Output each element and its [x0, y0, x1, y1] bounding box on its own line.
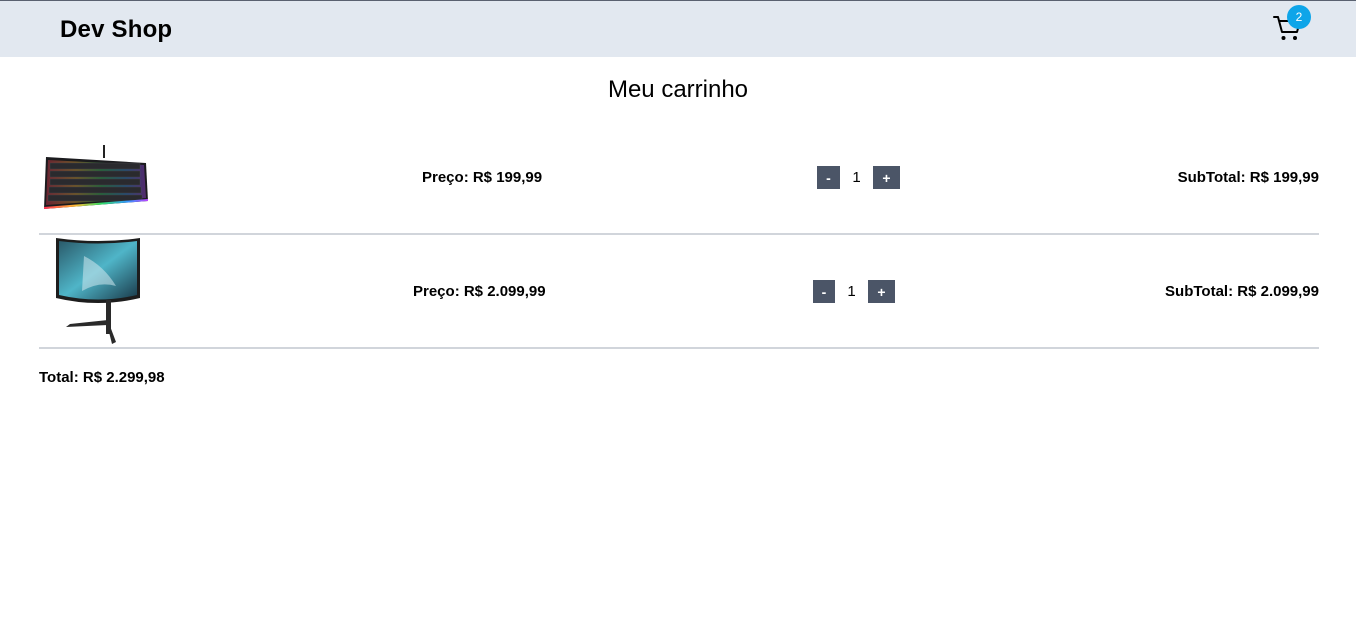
quantity-value: 1	[847, 283, 856, 300]
item-subtotal: SubTotal: R$ 199,99	[1177, 169, 1319, 186]
increase-quantity-button[interactable]: +	[868, 280, 895, 303]
quantity-value: 1	[852, 169, 861, 186]
decrease-quantity-button[interactable]: -	[817, 166, 840, 189]
item-price: Preço: R$ 199,99	[422, 169, 543, 186]
quantity-stepper: - 1 +	[813, 280, 895, 303]
decrease-quantity-button[interactable]: -	[813, 280, 835, 303]
monitor-image	[54, 236, 142, 346]
row-divider	[39, 347, 1319, 349]
page-title: Meu carrinho	[607, 76, 749, 103]
cart-total: Total: R$ 2.299,98	[39, 369, 165, 386]
item-subtotal: SubTotal: R$ 2.099,99	[1165, 283, 1319, 300]
app-header: Dev Shop	[0, 1, 1356, 57]
cart-count-badge: 2	[1287, 5, 1311, 29]
increase-quantity-button[interactable]: +	[873, 166, 900, 189]
quantity-stepper: - 1 +	[817, 166, 900, 189]
row-divider	[39, 233, 1319, 235]
keyboard-image	[40, 143, 150, 213]
item-price: Preço: R$ 2.099,99	[413, 283, 546, 300]
brand-logo[interactable]: Dev Shop	[60, 16, 172, 44]
